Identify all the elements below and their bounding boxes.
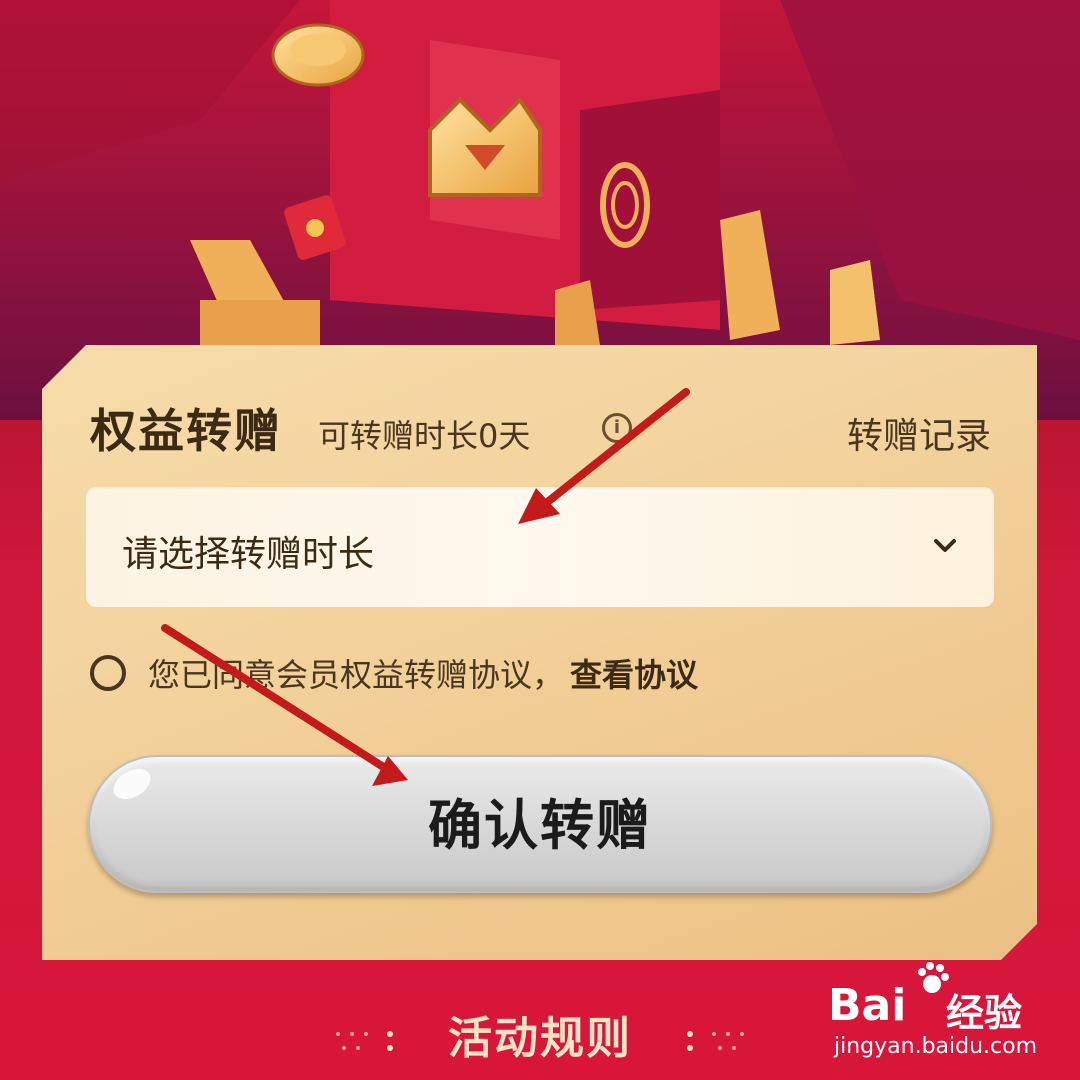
transfer-record-link[interactable]: 转赠记录 [847,407,991,459]
watermark-url: jingyan.baidu.com [834,1034,1038,1059]
duration-select-placeholder: 请选择转赠时长 [122,534,375,575]
dots-decoration-right [687,1031,744,1051]
activity-rules-link[interactable]: 活动规则 [330,1008,750,1070]
transfer-panel: 权益转赠 可转赠时长0天 i 转赠记录 请选择转赠时长 您已同意会员权益转赠协议… [42,345,1037,960]
info-icon[interactable]: i [602,413,632,443]
agreement-radio[interactable] [90,655,126,691]
confirm-transfer-label: 确认转赠 [428,794,652,857]
panel-title: 权益转赠 [90,404,282,458]
agreement-text: 您已同意会员权益转赠协议， [148,656,565,694]
watermark-brand: Bai [828,980,907,1031]
button-gloss [108,763,156,806]
baidu-jingyan-watermark: Bai 经验 jingyan.baidu.com [828,960,1068,1070]
paw-icon [918,962,949,993]
view-agreement-link[interactable]: 查看协议 [570,650,698,696]
dots-decoration-left [336,1031,393,1051]
watermark-brand-cn: 经验 [946,991,1023,1035]
confirm-transfer-button[interactable]: 确认转赠 [88,755,992,893]
activity-rules-label: 活动规则 [448,1013,632,1064]
transferable-duration: 可转赠时长0天 [318,417,531,455]
duration-select[interactable]: 请选择转赠时长 [86,487,994,607]
chevron-down-icon [932,533,958,559]
agreement-row[interactable]: 您已同意会员权益转赠协议， 查看协议 [90,651,698,695]
